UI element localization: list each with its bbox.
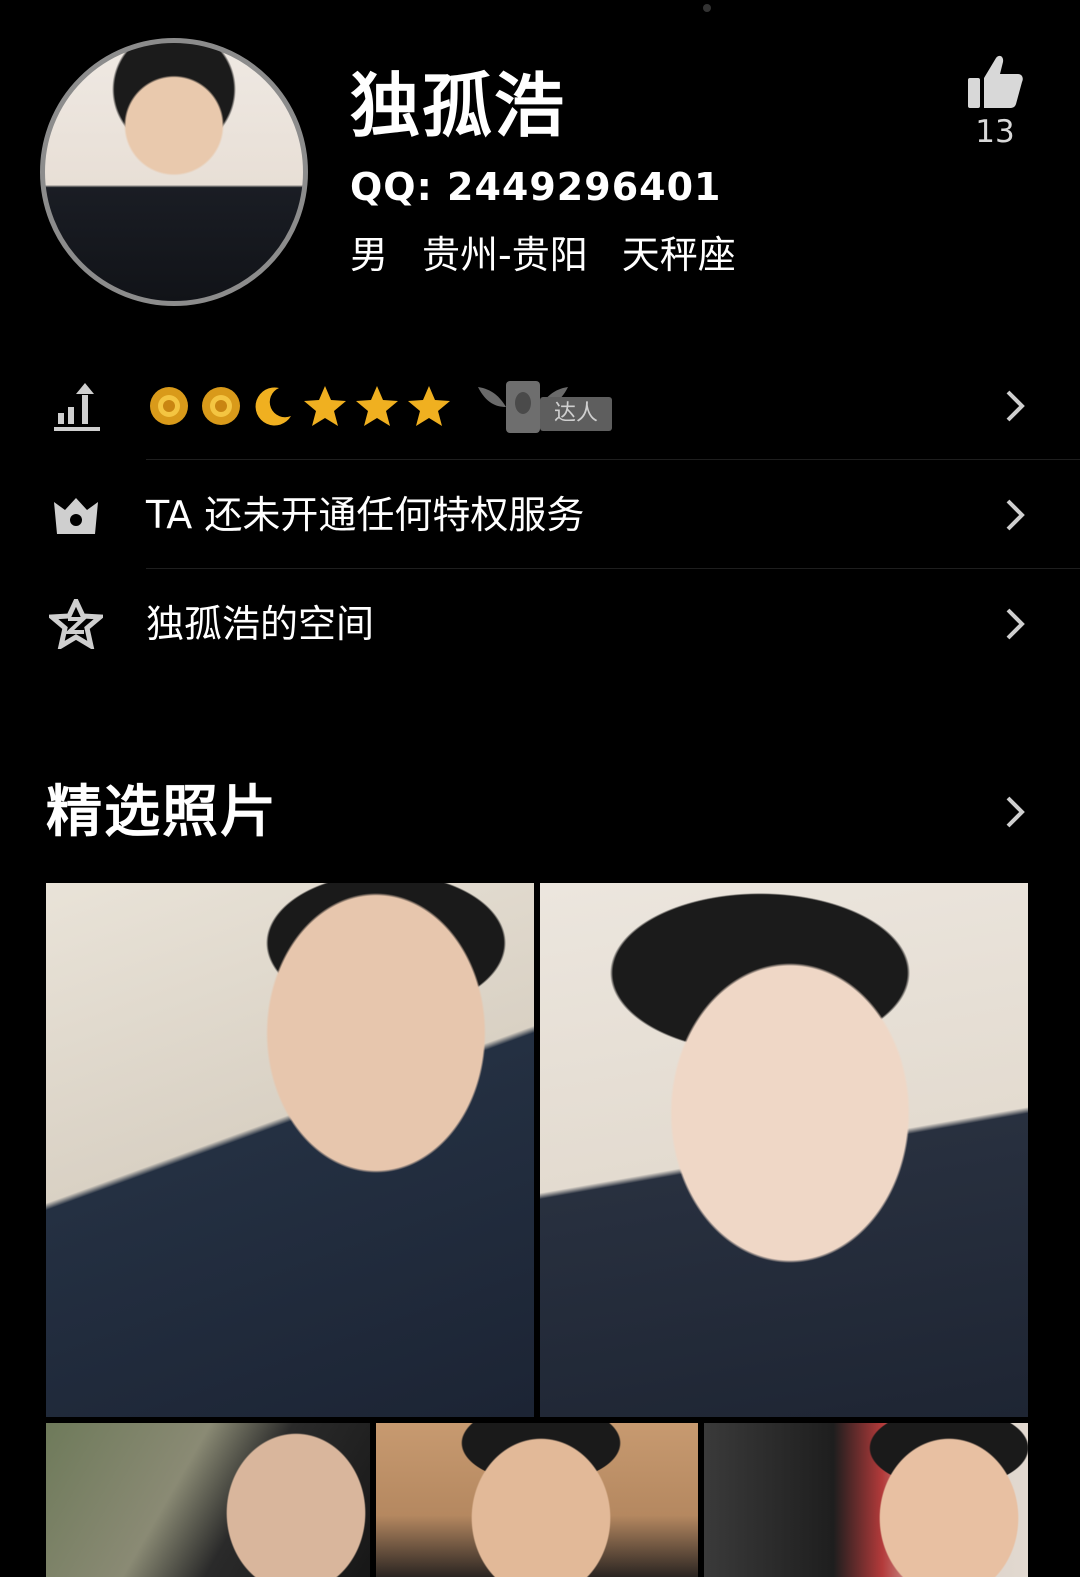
featured-photo-5[interactable] [704, 1423, 1028, 1577]
featured-photos-title: 精选照片 [46, 780, 278, 845]
chevron-right-icon [1006, 499, 1025, 531]
space-row[interactable]: 独孤浩的空间 [0, 570, 1080, 678]
qq-label: QQ: [350, 165, 433, 209]
zodiac: 天秤座 [621, 233, 736, 277]
level-badges: 达人 [146, 377, 612, 435]
chevron-right-icon [1006, 608, 1025, 640]
status-indicator-dot [703, 4, 711, 12]
location: 贵州-贵阳 [422, 233, 588, 277]
crown-icon [48, 487, 104, 543]
moon-badge-icon [250, 383, 296, 429]
thumbs-up-icon [968, 55, 1023, 108]
qq-number-line: QQ: 2449296401 [350, 164, 721, 210]
divider [146, 459, 1080, 460]
featured-photo-1[interactable] [46, 883, 534, 1417]
privilege-label: TA 还未开通任何特权服务 [146, 493, 585, 537]
sun-badge-icon [198, 383, 244, 429]
like-button[interactable]: 13 [962, 54, 1028, 150]
gender: 男 [350, 233, 389, 277]
profile-name: 独孤浩 [350, 65, 566, 147]
star-badge-icon [354, 383, 400, 429]
daren-badge: 达人 [478, 377, 612, 435]
privilege-row[interactable]: TA 还未开通任何特权服务 [0, 461, 1080, 569]
star-badge-icon [406, 383, 452, 429]
chevron-right-icon [1006, 390, 1025, 422]
space-label: 独孤浩的空间 [146, 602, 375, 646]
star-badge-icon [302, 383, 348, 429]
level-chart-icon [48, 378, 104, 434]
qzone-star-icon [48, 596, 104, 652]
qq-number: 2449296401 [447, 165, 722, 209]
profile-info-line: 男 贵州-贵阳 天秤座 [350, 232, 736, 278]
featured-photo-3[interactable] [46, 1423, 370, 1577]
divider [146, 568, 1080, 569]
chevron-right-icon[interactable] [1004, 795, 1026, 829]
featured-photo-2[interactable] [540, 883, 1028, 1417]
daren-label: 达人 [540, 397, 612, 431]
level-row[interactable]: 达人 [0, 352, 1080, 460]
featured-photo-4[interactable] [376, 1423, 698, 1577]
avatar[interactable] [40, 38, 308, 306]
like-count: 13 [975, 114, 1015, 150]
sun-badge-icon [146, 383, 192, 429]
